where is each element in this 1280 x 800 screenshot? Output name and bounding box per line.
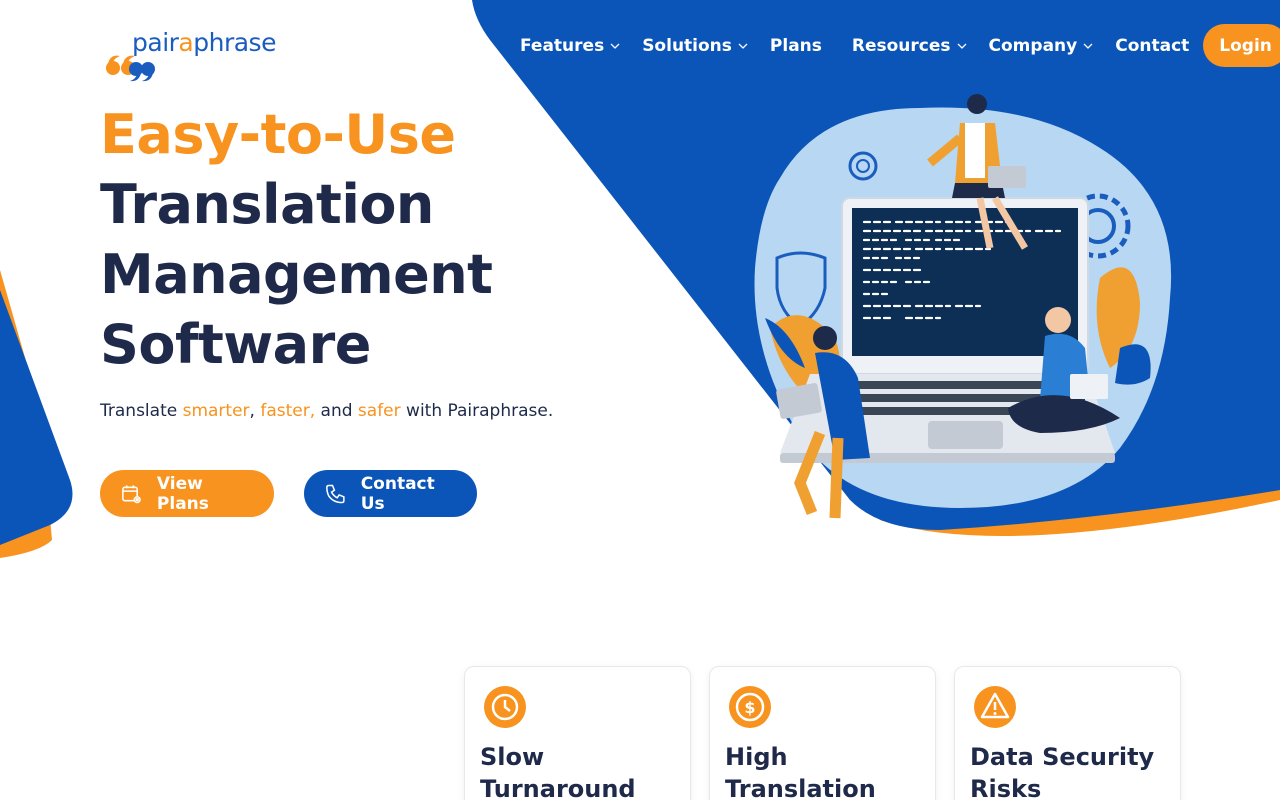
headline-line: Translation bbox=[100, 173, 434, 236]
nav-item-label: Features bbox=[520, 35, 605, 56]
login-button[interactable]: Login bbox=[1203, 24, 1280, 67]
nav-item-label: Solutions bbox=[642, 35, 732, 56]
main-navigation: Features Solutions Plans Resources Compa… bbox=[520, 24, 1280, 67]
hero-tagline: Translate smarter, faster, and safer wit… bbox=[100, 401, 554, 421]
svg-text:$: $ bbox=[744, 698, 755, 717]
nav-item-label: Company bbox=[988, 35, 1078, 56]
contact-us-button[interactable]: Contact Us bbox=[304, 470, 477, 517]
quote-marks-icon bbox=[106, 55, 155, 82]
contact-us-label: Contact Us bbox=[360, 473, 435, 514]
chevron-down-icon bbox=[738, 43, 748, 49]
chevron-down-icon bbox=[957, 43, 966, 49]
dollar-icon: $ bbox=[729, 686, 771, 728]
nav-item-label: Plans bbox=[769, 35, 822, 56]
card-title: Data Security Risks bbox=[970, 743, 1155, 800]
nav-item-resources[interactable]: Resources bbox=[852, 36, 967, 56]
phone-icon bbox=[326, 484, 345, 503]
warning-icon bbox=[974, 686, 1016, 728]
nav-item-label: Contact bbox=[1115, 35, 1190, 56]
view-plans-button[interactable]: View Plans bbox=[100, 470, 274, 517]
hero-illustration bbox=[754, 94, 1172, 519]
headline-accent: Easy-to-Use bbox=[100, 103, 456, 166]
problem-card[interactable]: Data Security Risks bbox=[954, 666, 1181, 800]
nav-item-contact[interactable]: Contact bbox=[1115, 36, 1189, 56]
nav-item-label: Resources bbox=[851, 35, 951, 56]
hero-section: Easy-to-Use Translation Management Softw… bbox=[100, 100, 660, 380]
problem-card[interactable]: $ High Translation Costs bbox=[709, 666, 936, 800]
brand-wordmark: pairaphrase bbox=[132, 28, 276, 57]
clock-icon bbox=[484, 686, 526, 728]
nav-item-solutions[interactable]: Solutions bbox=[642, 36, 748, 56]
hero-headline: Easy-to-Use Translation Management Softw… bbox=[100, 100, 660, 380]
calendar-eye-icon bbox=[122, 484, 141, 503]
problem-card[interactable]: Slow Turnaround bbox=[464, 666, 691, 800]
brand-logo[interactable]: pairaphrase bbox=[104, 28, 284, 84]
chevron-down-icon bbox=[1083, 43, 1093, 49]
card-title: Slow Turnaround bbox=[480, 743, 636, 800]
nav-item-company[interactable]: Company bbox=[989, 36, 1094, 56]
headline-line: Management bbox=[100, 243, 493, 306]
nav-item-features[interactable]: Features bbox=[520, 36, 620, 56]
card-title: High Translation Costs bbox=[725, 743, 876, 800]
chevron-down-icon bbox=[610, 43, 620, 49]
nav-item-plans[interactable]: Plans bbox=[770, 36, 822, 56]
view-plans-label: View Plans bbox=[156, 473, 209, 514]
headline-line: Software bbox=[100, 313, 371, 376]
